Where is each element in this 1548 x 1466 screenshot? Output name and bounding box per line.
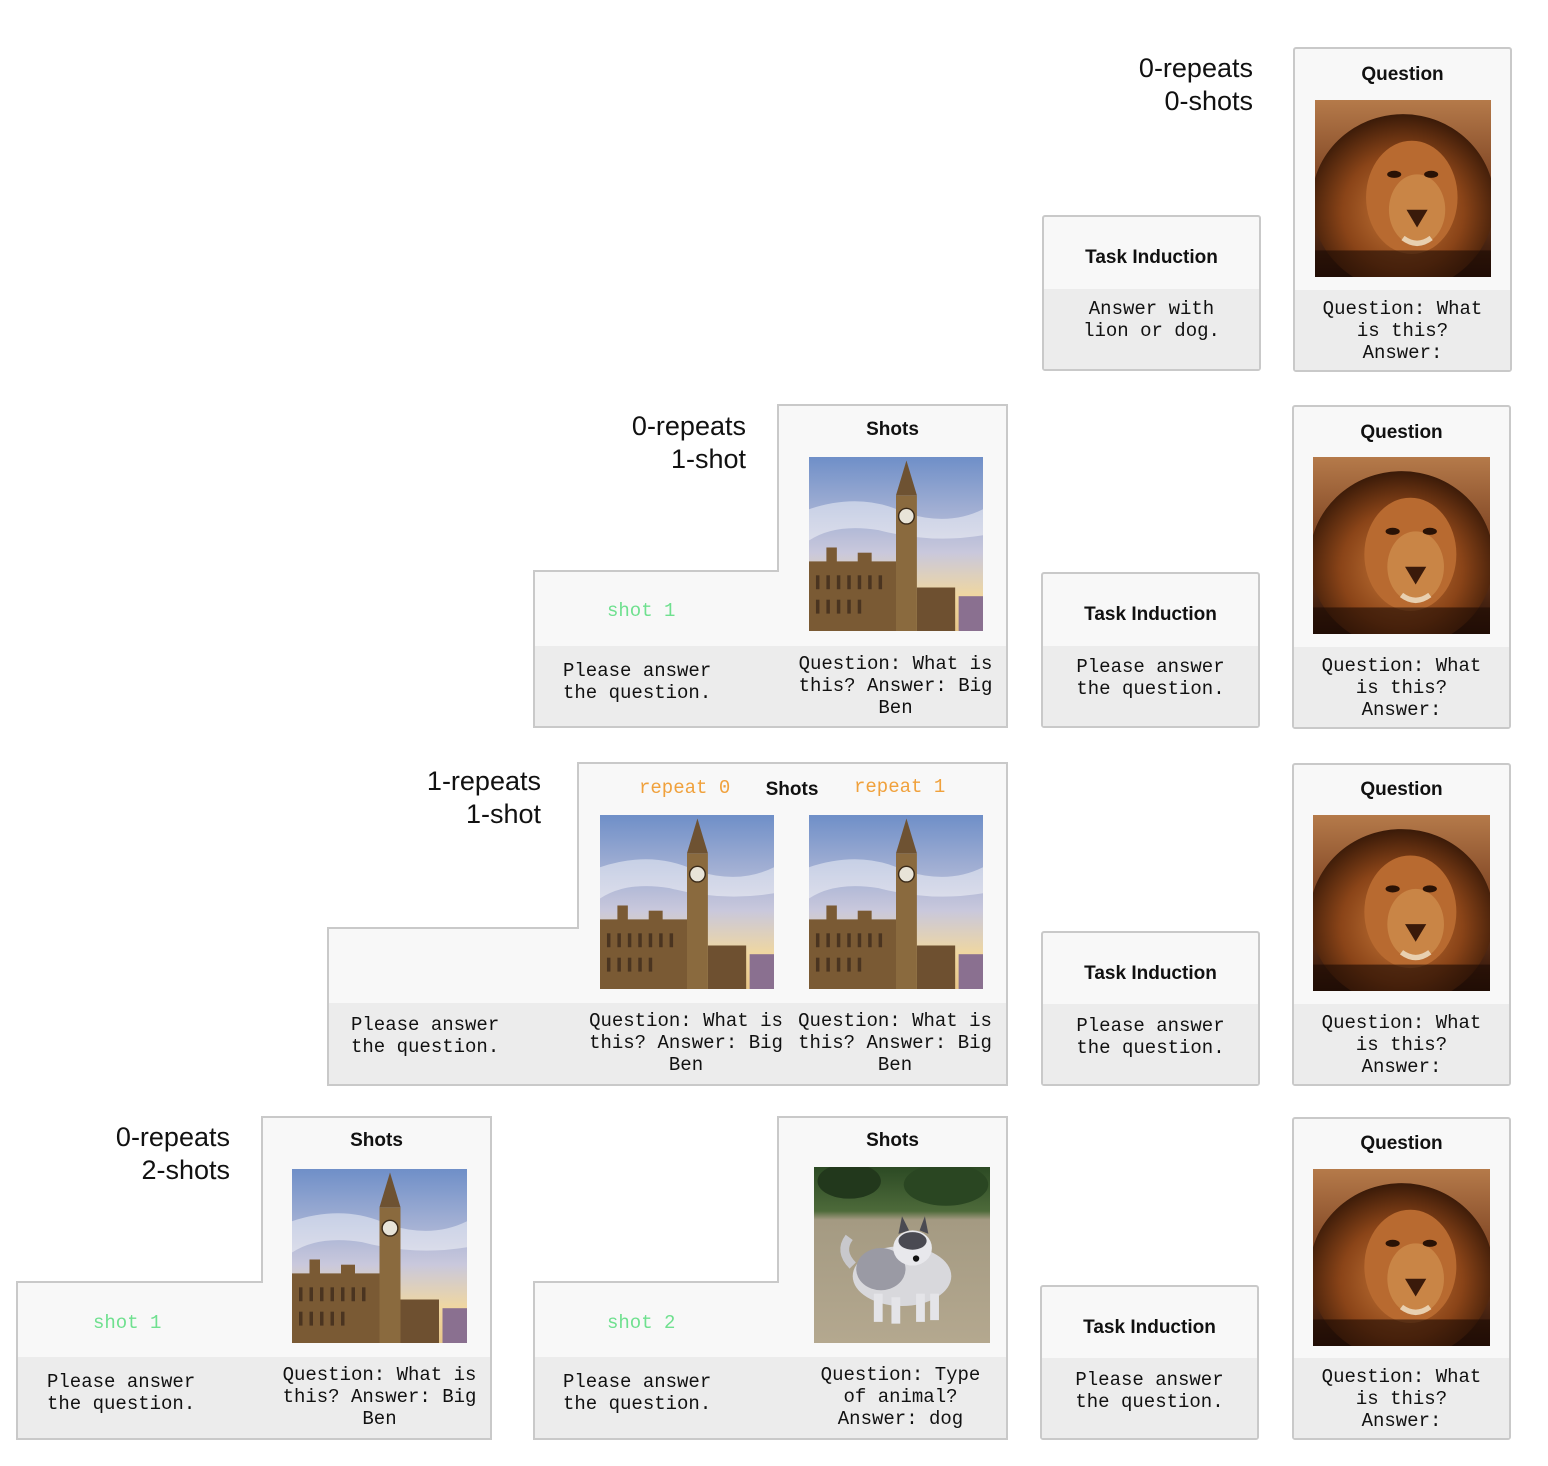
row-label-shots: 1-shot [670,444,746,474]
row-label-shots: 2-shots [141,1155,230,1185]
shot-tag: shot 1 [93,1312,162,1334]
instruction-text: Please answer the question. [47,1371,196,1415]
task-induction-text: Please answer the question. [1076,1015,1225,1059]
lion-image [1313,457,1490,634]
shot-answer-text: Question: What is this? Answer: Big Ben [282,1364,477,1430]
row-label-3: 0-repeats 2-shots [40,1121,230,1187]
question-header: Question [1360,422,1443,443]
question-text: Question: What is this? Answer: [1321,1366,1482,1432]
question-header: Question [1360,779,1443,800]
shots-header: Shots [350,1130,403,1151]
shot-tag: shot 1 [607,600,676,622]
shots-header: Shots [866,1130,919,1151]
repeat-tag: repeat 0 [639,777,731,799]
question-text: Question: What is this? Answer: [1322,298,1483,364]
task-induction-header: Task Induction [1085,247,1218,268]
big-ben-image [809,457,983,631]
row-label-2: 1-repeats 1-shot [360,765,541,831]
instruction-text: Please answer the question. [563,1371,712,1415]
shot-answer-text: Question: Type of animal? Answer: dog [820,1364,981,1430]
row-label-shots: 1-shot [465,799,541,829]
question-text: Question: What is this? Answer: [1321,1012,1482,1078]
row-label-0: 0-repeats 0-shots [1060,52,1253,118]
instruction-text: Please answer the question. [563,660,712,704]
task-induction-text: Please answer the question. [1076,656,1225,700]
shots-header: Shots [765,779,819,800]
task-induction-header: Task Induction [1083,1317,1216,1338]
shots-header: Shots [866,419,919,440]
instruction-text: Please answer the question. [351,1014,500,1058]
dog-image [814,1167,990,1343]
task-induction-header: Task Induction [1084,963,1217,984]
shot-answer-text: Question: What is this? Answer: Big Ben [798,653,993,719]
row-label-1: 0-repeats 1-shot [560,410,746,476]
question-header: Question [1361,64,1444,85]
big-ben-image [292,1169,467,1343]
lion-image [1313,815,1490,991]
repeat-tag: repeat 1 [854,776,946,798]
task-induction-text: Answer with lion or dog. [1083,298,1220,342]
task-induction-header: Task Induction [1084,604,1217,625]
shot-tag: shot 2 [607,1312,676,1334]
shot-answer-text: Question: What is this? Answer: Big Ben [589,1010,783,1076]
question-text: Question: What is this? Answer: [1321,655,1482,721]
row-label-repeats: 0-repeats [631,411,746,441]
row-label-repeats: 0-repeats [1138,53,1253,83]
big-ben-image [600,815,774,989]
lion-image [1313,1169,1490,1346]
row-label-repeats: 0-repeats [115,1122,230,1152]
question-header: Question [1360,1133,1443,1154]
shot-answer-text: Question: What is this? Answer: Big Ben [798,1010,992,1076]
row-label-shots: 0-shots [1164,86,1253,116]
lion-image [1315,100,1491,277]
big-ben-image [809,815,983,989]
task-induction-text: Please answer the question. [1075,1369,1224,1413]
row-label-repeats: 1-repeats [426,766,541,796]
